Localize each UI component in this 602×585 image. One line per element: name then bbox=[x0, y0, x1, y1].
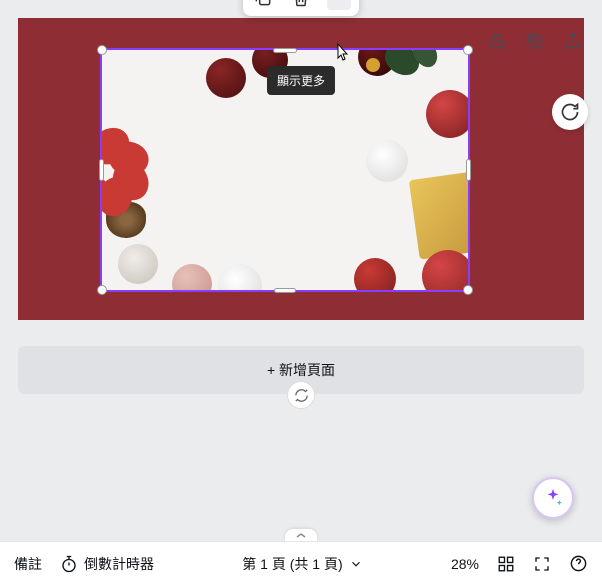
grid-view-button[interactable] bbox=[497, 555, 515, 573]
magic-fab[interactable] bbox=[532, 477, 574, 519]
share-button[interactable] bbox=[560, 28, 586, 54]
tooltip: 顯示更多 bbox=[267, 66, 335, 95]
copy-page-button[interactable] bbox=[522, 28, 548, 54]
fullscreen-button[interactable] bbox=[533, 555, 551, 573]
context-toolbar bbox=[243, 0, 359, 16]
resize-handle-bl[interactable] bbox=[97, 285, 107, 295]
resize-handle-tr[interactable] bbox=[463, 45, 473, 55]
page-indicator[interactable]: 第 1 頁 (共 1 頁) bbox=[242, 554, 342, 574]
sync-button[interactable] bbox=[287, 381, 315, 409]
duplicate-button[interactable] bbox=[251, 0, 275, 10]
crop-handle-top[interactable] bbox=[273, 48, 297, 53]
page-tools bbox=[484, 28, 586, 54]
regenerate-fab[interactable] bbox=[552, 94, 588, 130]
zoom-level[interactable]: 28% bbox=[451, 556, 479, 572]
help-button[interactable] bbox=[569, 554, 588, 573]
timer-button[interactable]: 倒數計時器 bbox=[60, 554, 154, 574]
resize-handle-br[interactable] bbox=[463, 285, 473, 295]
notes-button[interactable]: 備註 bbox=[14, 554, 42, 574]
more-button[interactable] bbox=[327, 0, 351, 10]
resize-handle-tl[interactable] bbox=[97, 45, 107, 55]
resize-handle-right[interactable] bbox=[466, 159, 471, 181]
canvas-page[interactable] bbox=[18, 18, 584, 320]
stopwatch-icon bbox=[60, 555, 78, 573]
timer-label: 倒數計時器 bbox=[84, 554, 154, 574]
delete-button[interactable] bbox=[289, 0, 313, 10]
chevron-down-icon[interactable] bbox=[349, 557, 363, 571]
bottom-bar: 備註 倒數計時器 第 1 頁 (共 1 頁) 28% bbox=[0, 541, 602, 585]
lock-button[interactable] bbox=[484, 28, 510, 54]
resize-handle-left[interactable] bbox=[99, 159, 104, 181]
resize-handle-bottom[interactable] bbox=[274, 288, 296, 293]
